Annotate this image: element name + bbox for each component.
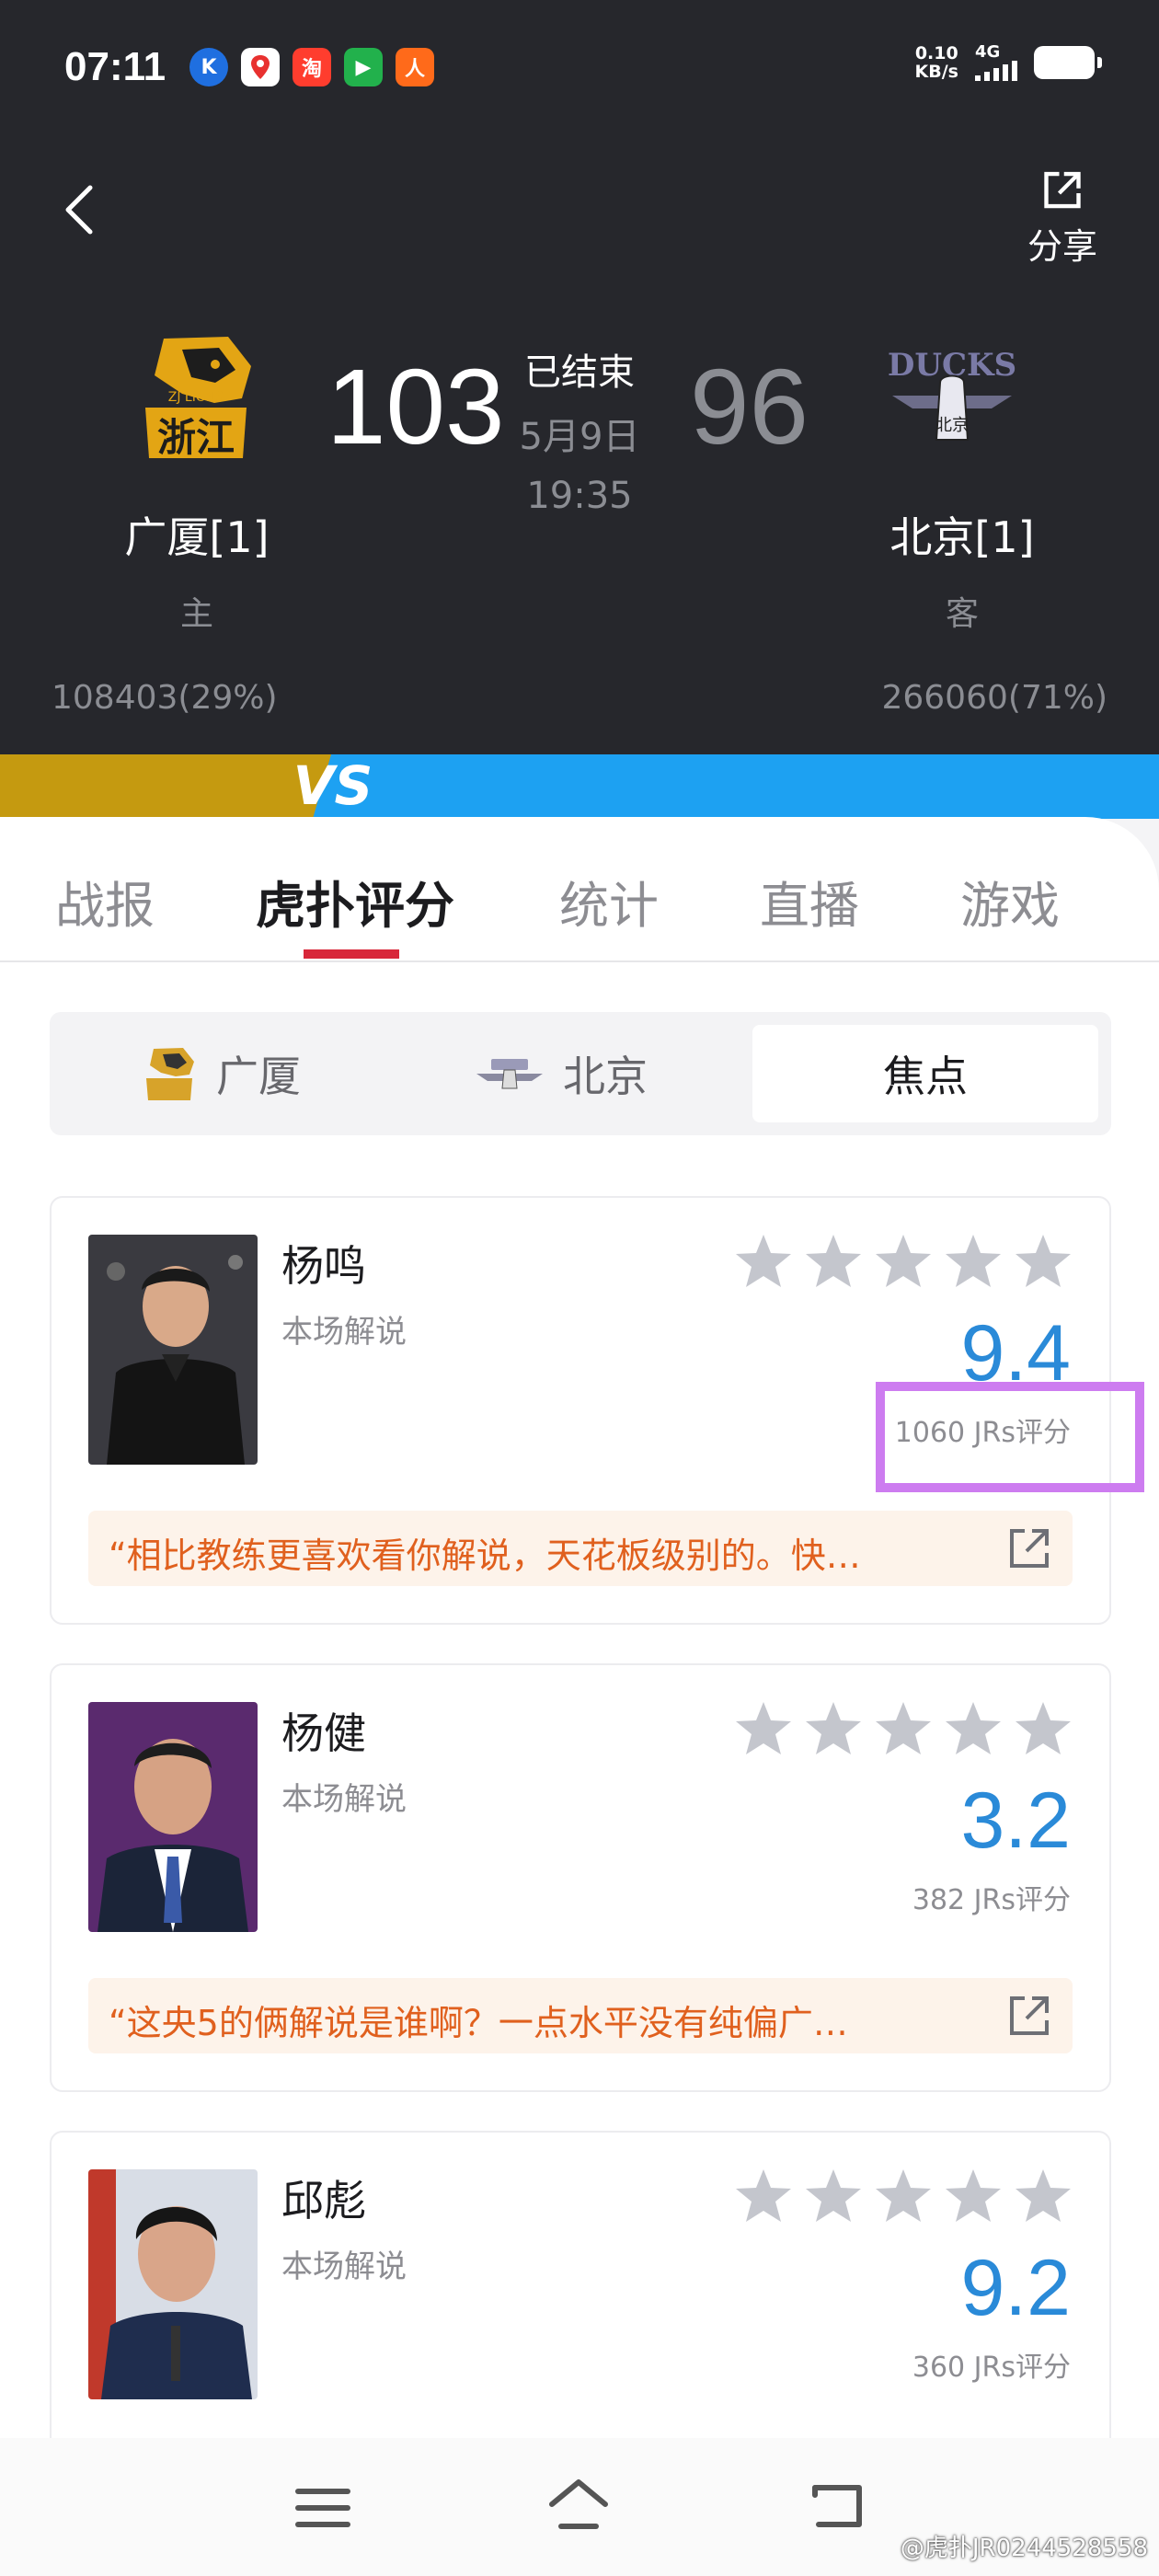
star-icon[interactable]: [874, 1700, 933, 1757]
home-role-label: 主: [179, 595, 213, 633]
back-arrow-icon[interactable]: [57, 182, 103, 237]
star-icon[interactable]: [944, 1700, 1003, 1757]
battery-icon: [1034, 46, 1102, 79]
svg-text:ZJ LIONS: ZJ LIONS: [168, 390, 224, 405]
segment-focus[interactable]: 焦点: [752, 1025, 1098, 1122]
star-icon[interactable]: [874, 1233, 933, 1290]
tab-bar: 战报 虎扑评分 统计 直播 游戏: [0, 817, 1159, 962]
home-votes: 108403(29%): [52, 679, 278, 717]
signal-icon: 4G: [975, 44, 1017, 81]
rating-score: 9.2: [960, 2244, 1071, 2332]
tab-report[interactable]: 战报: [55, 865, 155, 937]
avatar: [88, 2169, 258, 2399]
away-role-label: 客: [945, 595, 979, 633]
active-tab-indicator: [304, 949, 399, 959]
top-comment-text: “相比教练更喜欢看你解说，天花板级别的。快…: [109, 1535, 861, 1576]
segment-home-team[interactable]: 广厦: [50, 1025, 390, 1122]
commentator-name: 邱彪: [281, 2176, 366, 2225]
rating-stars[interactable]: [734, 1700, 1073, 1757]
commentator-role: 本场解说: [281, 1781, 407, 1818]
taobao-app-icon: 淘: [293, 48, 331, 86]
home-team-name[interactable]: 广厦[1]: [77, 504, 316, 565]
status-app-icons: K 淘 ▶ 人: [189, 48, 434, 86]
star-icon[interactable]: [1014, 2168, 1073, 2225]
tab-hupu-rating[interactable]: 虎扑评分: [256, 865, 454, 937]
rating-count: 382 JRs评分: [912, 1884, 1071, 1916]
star-icon[interactable]: [1014, 1233, 1073, 1290]
kugou-app-icon: K: [189, 48, 228, 86]
star-icon[interactable]: [734, 1233, 793, 1290]
support-ratio-bar: VS: [0, 754, 1159, 819]
share-button[interactable]: 分享: [1012, 167, 1113, 269]
rating-score: 3.2: [960, 1777, 1071, 1865]
status-indicators: 0.10 KB/s 4G: [914, 43, 1102, 82]
rating-count: 360 JRs评分: [912, 2352, 1071, 2384]
vs-label: VS: [293, 754, 373, 817]
star-icon[interactable]: [734, 1700, 793, 1757]
commentator-name: 杨健: [281, 1708, 366, 1758]
star-icon[interactable]: [874, 2168, 933, 2225]
game-header: 07:11 K 淘 ▶ 人 0.10 KB/s 4G 分享 ZJ LIONS 浙…: [0, 0, 1159, 754]
away-votes: 266060(71%): [881, 679, 1107, 717]
svg-text:浙江: 浙江: [157, 415, 235, 460]
rating-stars[interactable]: [734, 1233, 1073, 1290]
away-team-logo-icon[interactable]: DUCKS 北京: [883, 339, 1021, 477]
game-time: 19:35: [526, 475, 633, 517]
back-icon[interactable]: [806, 2475, 870, 2539]
star-icon[interactable]: [1014, 1700, 1073, 1757]
top-comment[interactable]: “相比教练更喜欢看你解说，天花板级别的。快…: [88, 1511, 1073, 1586]
tab-games[interactable]: 游戏: [960, 865, 1060, 937]
team-filter-segment: 广厦 北京 焦点: [50, 1012, 1111, 1135]
star-icon[interactable]: [944, 2168, 1003, 2225]
avatar: [88, 1235, 258, 1465]
ratings-content: 广厦 北京 焦点 杨鸣 本场解说 9.4 1060 JRs评分 “相比教练更喜欢…: [0, 962, 1159, 2559]
status-time: 07:11: [64, 44, 166, 89]
star-icon[interactable]: [944, 1233, 1003, 1290]
away-team-name[interactable]: 北京[1]: [843, 504, 1082, 565]
video-app-icon: ▶: [344, 48, 383, 86]
commentator-role: 本场解说: [281, 1314, 407, 1351]
segment-away-team[interactable]: 北京: [390, 1025, 730, 1122]
home-icon[interactable]: [546, 2475, 611, 2539]
top-comment-text: “这央5的俩解说是谁啊？一点水平没有纯偏广…: [109, 2003, 848, 2043]
star-icon[interactable]: [804, 2168, 863, 2225]
commentator-name: 杨鸣: [281, 1241, 366, 1291]
home-team-small-logo-icon: [146, 1048, 194, 1100]
highlight-annotation: [876, 1382, 1144, 1492]
rating-card[interactable]: 杨健 本场解说 3.2 382 JRs评分 “这央5的俩解说是谁啊？一点水平没有…: [50, 1663, 1111, 2092]
rating-stars[interactable]: [734, 2168, 1073, 2225]
share-icon: [1044, 171, 1081, 209]
star-icon[interactable]: [804, 1233, 863, 1290]
tab-live[interactable]: 直播: [760, 865, 859, 937]
top-comment[interactable]: “这央5的俩解说是谁啊？一点水平没有纯偏广…: [88, 1978, 1073, 2053]
home-support-bar: [0, 754, 331, 819]
home-score: 103: [327, 347, 505, 466]
star-icon[interactable]: [734, 2168, 793, 2225]
tab-stats[interactable]: 统计: [559, 865, 659, 937]
person-app-icon: 人: [396, 48, 434, 86]
game-status: 已结束: [524, 351, 635, 394]
share-icon[interactable]: [1004, 1524, 1054, 1573]
away-support-bar: [313, 754, 1159, 819]
away-team-small-logo-icon: [476, 1059, 543, 1089]
share-icon[interactable]: [1004, 1991, 1054, 2041]
star-icon[interactable]: [804, 1700, 863, 1757]
game-date: 5月9日: [519, 416, 640, 458]
away-score: 96: [690, 347, 809, 466]
net-speed: 0.10 KB/s: [914, 43, 958, 82]
svg-text:北京: 北京: [935, 416, 969, 435]
system-nav-bar: @虎扑JR0244528558: [0, 2438, 1159, 2576]
menu-icon[interactable]: [291, 2475, 355, 2539]
map-app-icon: [241, 48, 280, 86]
watermark: @虎扑JR0244528558: [900, 2535, 1148, 2562]
status-bar: 07:11 K 淘 ▶ 人 0.10 KB/s 4G: [0, 0, 1159, 138]
commentator-role: 本场解说: [281, 2248, 407, 2285]
home-team-logo-icon[interactable]: ZJ LIONS 浙江: [127, 329, 265, 467]
avatar: [88, 1702, 258, 1932]
